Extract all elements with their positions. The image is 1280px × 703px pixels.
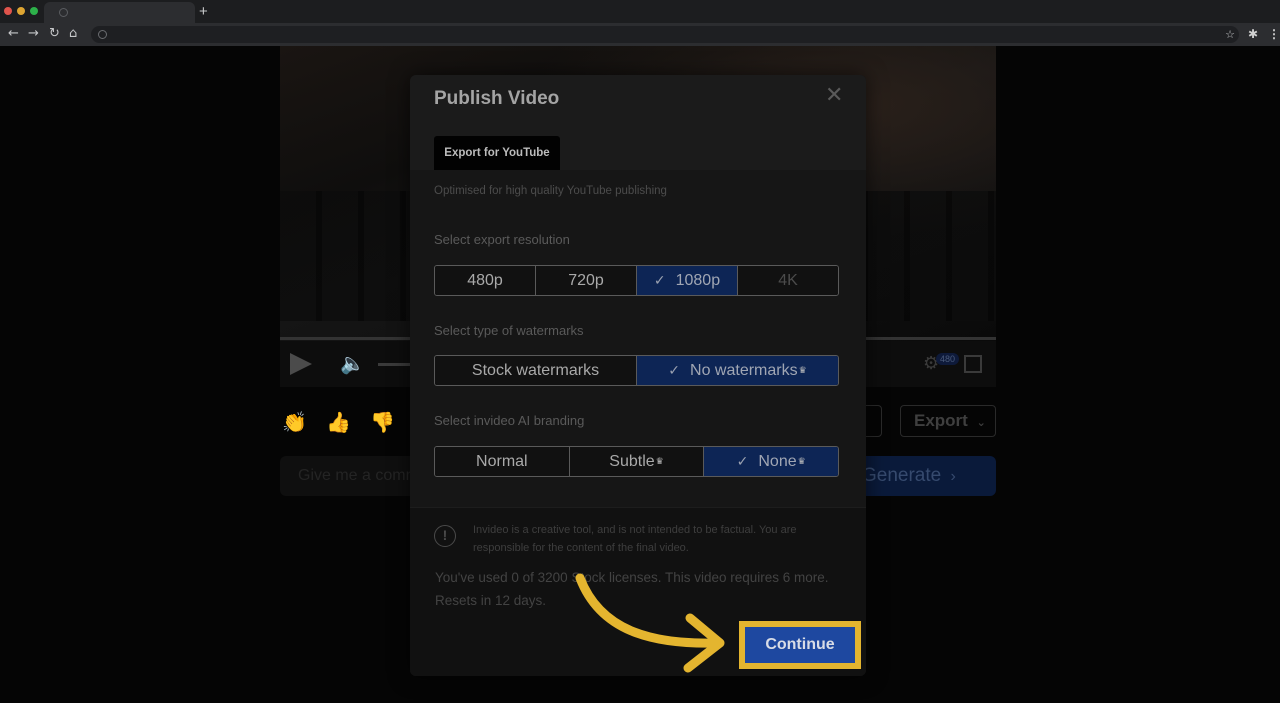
option-label: 720p bbox=[568, 271, 604, 289]
disclaimer-text: Invideo is a creative tool, and is not i… bbox=[473, 524, 797, 554]
browser-tab-bar: + bbox=[0, 0, 1280, 23]
info-icon: ! bbox=[434, 525, 456, 547]
branding-option-normal[interactable]: Normal bbox=[435, 447, 570, 476]
new-tab-button[interactable]: + bbox=[199, 3, 208, 20]
watermark-option-none[interactable]: ✓ No watermarks ♛ bbox=[637, 356, 838, 385]
publish-video-modal: Publish Video ✕ Export for YouTube Optim… bbox=[410, 75, 866, 676]
check-icon: ✓ bbox=[736, 453, 749, 470]
modal-title: Publish Video bbox=[434, 88, 560, 109]
check-icon: ✓ bbox=[653, 272, 666, 289]
option-label: Stock watermarks bbox=[471, 361, 600, 379]
chevron-down-icon: ⌄ bbox=[976, 416, 986, 429]
option-label: No watermarks bbox=[690, 361, 798, 379]
generate-button-label: Generate bbox=[862, 465, 942, 486]
watermark-option-stock[interactable]: Stock watermarks bbox=[435, 356, 637, 385]
branding-option-subtle[interactable]: Subtle ♛ bbox=[569, 447, 705, 476]
window-minimize-button[interactable] bbox=[17, 7, 25, 15]
tab-export-youtube[interactable]: Export for YouTube bbox=[434, 136, 560, 170]
option-label: 1080p bbox=[675, 271, 721, 289]
thumbs-up-icon[interactable]: 👍 bbox=[326, 410, 351, 434]
resolution-option-720p[interactable]: 720p bbox=[536, 266, 637, 295]
branding-label: Select invideo AI branding bbox=[434, 413, 585, 428]
continue-button[interactable]: Continue bbox=[745, 627, 855, 663]
resolution-option-4k[interactable]: 4K bbox=[738, 266, 838, 295]
menu-icon[interactable]: ⋮ bbox=[1268, 26, 1280, 42]
extensions-icon[interactable]: ✱ bbox=[1248, 26, 1258, 42]
modal-footer: ! Invideo is a creative tool, and is not… bbox=[410, 507, 866, 676]
globe-icon bbox=[59, 8, 68, 17]
fullscreen-icon[interactable] bbox=[964, 355, 982, 373]
back-icon[interactable]: ← bbox=[8, 26, 19, 42]
branding-selector: Normal Subtle ♛ ✓ None ♛ bbox=[434, 446, 839, 477]
branding-option-none[interactable]: ✓ None ♛ bbox=[704, 447, 838, 476]
modal-header: Publish Video ✕ Export for YouTube bbox=[410, 75, 866, 170]
watermarks-selector: Stock watermarks ✓ No watermarks ♛ bbox=[434, 355, 839, 386]
thumbs-down-icon[interactable]: 👎 bbox=[370, 410, 395, 434]
globe-icon bbox=[98, 30, 107, 39]
clap-icon[interactable]: 👏 bbox=[282, 410, 307, 434]
star-icon[interactable]: ☆ bbox=[1225, 26, 1235, 43]
generate-button[interactable]: Generate › bbox=[850, 456, 996, 496]
continue-highlight: Continue bbox=[739, 621, 861, 669]
crown-icon: ♛ bbox=[798, 365, 807, 376]
export-button[interactable]: Export ⌄ bbox=[900, 405, 996, 437]
browser-toolbar: ← → ↻ ⌂ ☆ ✱ ⋮ bbox=[0, 23, 1280, 46]
option-label: 4K bbox=[778, 271, 798, 289]
export-button-label: Export bbox=[914, 411, 968, 430]
quality-badge: 480 bbox=[936, 353, 960, 365]
resolution-option-1080p[interactable]: ✓ 1080p bbox=[637, 266, 738, 295]
volume-slider[interactable] bbox=[378, 363, 410, 366]
reload-icon[interactable]: ↻ bbox=[49, 26, 60, 42]
crown-icon: ♛ bbox=[797, 456, 806, 467]
browser-tab[interactable] bbox=[44, 2, 195, 23]
option-label: 480p bbox=[467, 271, 503, 289]
check-icon: ✓ bbox=[668, 362, 681, 379]
modal-subtitle: Optimised for high quality YouTube publi… bbox=[434, 185, 667, 197]
home-icon[interactable]: ⌂ bbox=[69, 26, 77, 42]
crown-icon: ♛ bbox=[655, 456, 664, 467]
close-icon[interactable]: ✕ bbox=[825, 85, 843, 107]
license-usage-text: You've used 0 of 3200 Stock licenses. Th… bbox=[435, 570, 829, 608]
play-icon[interactable] bbox=[290, 353, 312, 375]
option-label: None bbox=[758, 452, 797, 470]
prompt-placeholder: Give me a comm bbox=[298, 467, 419, 484]
resolution-option-480p[interactable]: 480p bbox=[435, 266, 536, 295]
address-bar[interactable]: ☆ bbox=[91, 26, 1239, 43]
forward-icon[interactable]: → bbox=[28, 26, 39, 42]
resolution-selector: 480p 720p ✓ 1080p 4K bbox=[434, 265, 839, 296]
option-label: Subtle bbox=[609, 452, 655, 470]
window-close-button[interactable] bbox=[4, 7, 12, 15]
chevron-right-icon: › bbox=[950, 468, 956, 485]
watermarks-label: Select type of watermarks bbox=[434, 323, 584, 338]
window-maximize-button[interactable] bbox=[30, 7, 38, 15]
option-label: Normal bbox=[476, 452, 528, 470]
resolution-label: Select export resolution bbox=[434, 232, 570, 247]
volume-icon[interactable]: 🔈 bbox=[340, 351, 365, 375]
